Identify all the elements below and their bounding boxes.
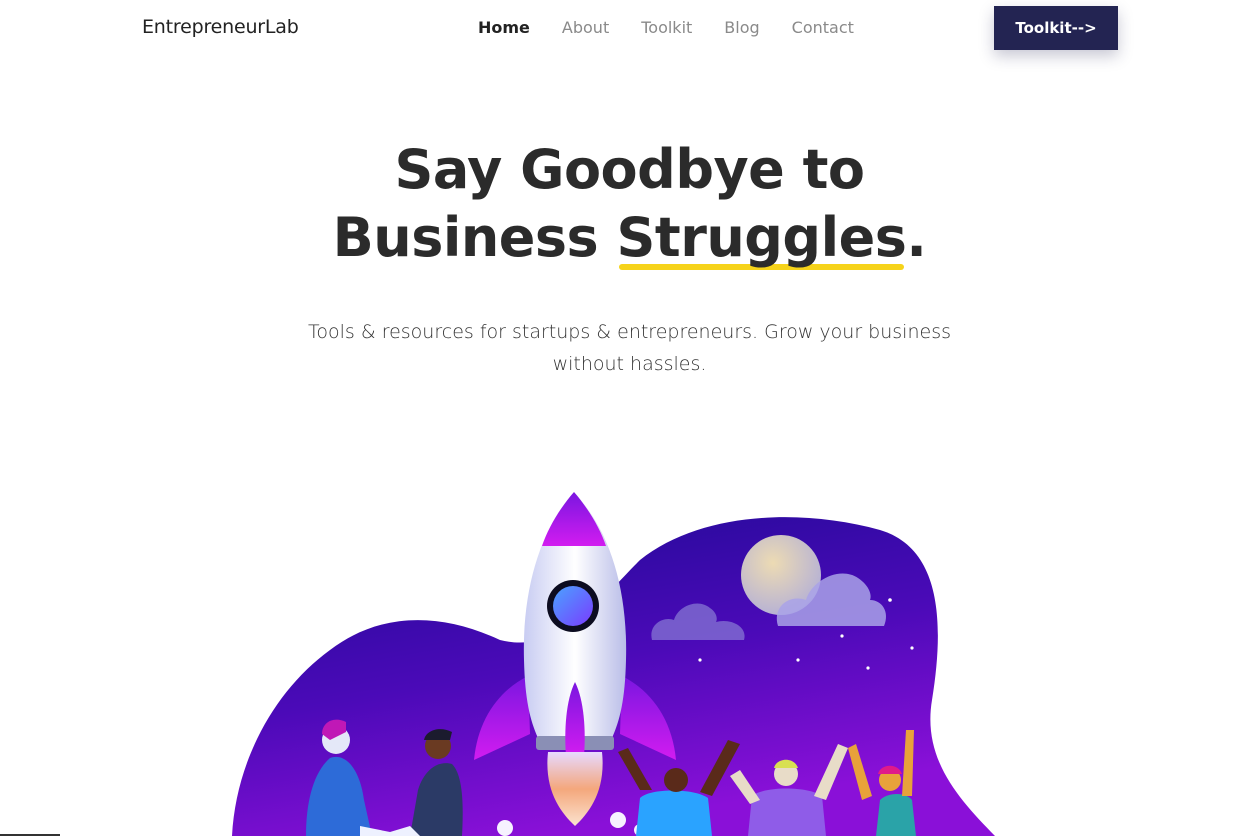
top-navbar: EntrepreneurLab Home About Toolkit Blog … <box>0 0 1259 56</box>
nav-toolkit[interactable]: Toolkit <box>641 18 692 37</box>
hero-title-prefix: Business <box>332 206 617 269</box>
nav-contact[interactable]: Contact <box>792 18 854 37</box>
hero-subtitle: Tools & resources for startups & entrepr… <box>0 316 1259 380</box>
hero-title-line2: Business Struggles. <box>0 204 1259 272</box>
nav-blog[interactable]: Blog <box>724 18 759 37</box>
toolkit-cta-button[interactable]: Toolkit--> <box>994 6 1118 50</box>
nav-about[interactable]: About <box>562 18 609 37</box>
main-menu: Home About Toolkit Blog Contact <box>478 18 886 37</box>
brand-logo[interactable]: EntrepreneurLab <box>142 16 299 38</box>
hero-title-line1: Say Goodbye to <box>394 138 865 201</box>
hero-title-suffix: . <box>906 206 927 269</box>
hero-title-highlight: Struggles <box>617 204 907 272</box>
hero-subtitle-line2: without hassles. <box>552 353 707 375</box>
hero-subtitle-line1: Tools & resources for startups & entrepr… <box>308 321 951 343</box>
hero-illustration <box>232 492 995 836</box>
nav-home[interactable]: Home <box>478 18 530 37</box>
hero-title: Say Goodbye to Business Struggles. <box>0 136 1259 272</box>
